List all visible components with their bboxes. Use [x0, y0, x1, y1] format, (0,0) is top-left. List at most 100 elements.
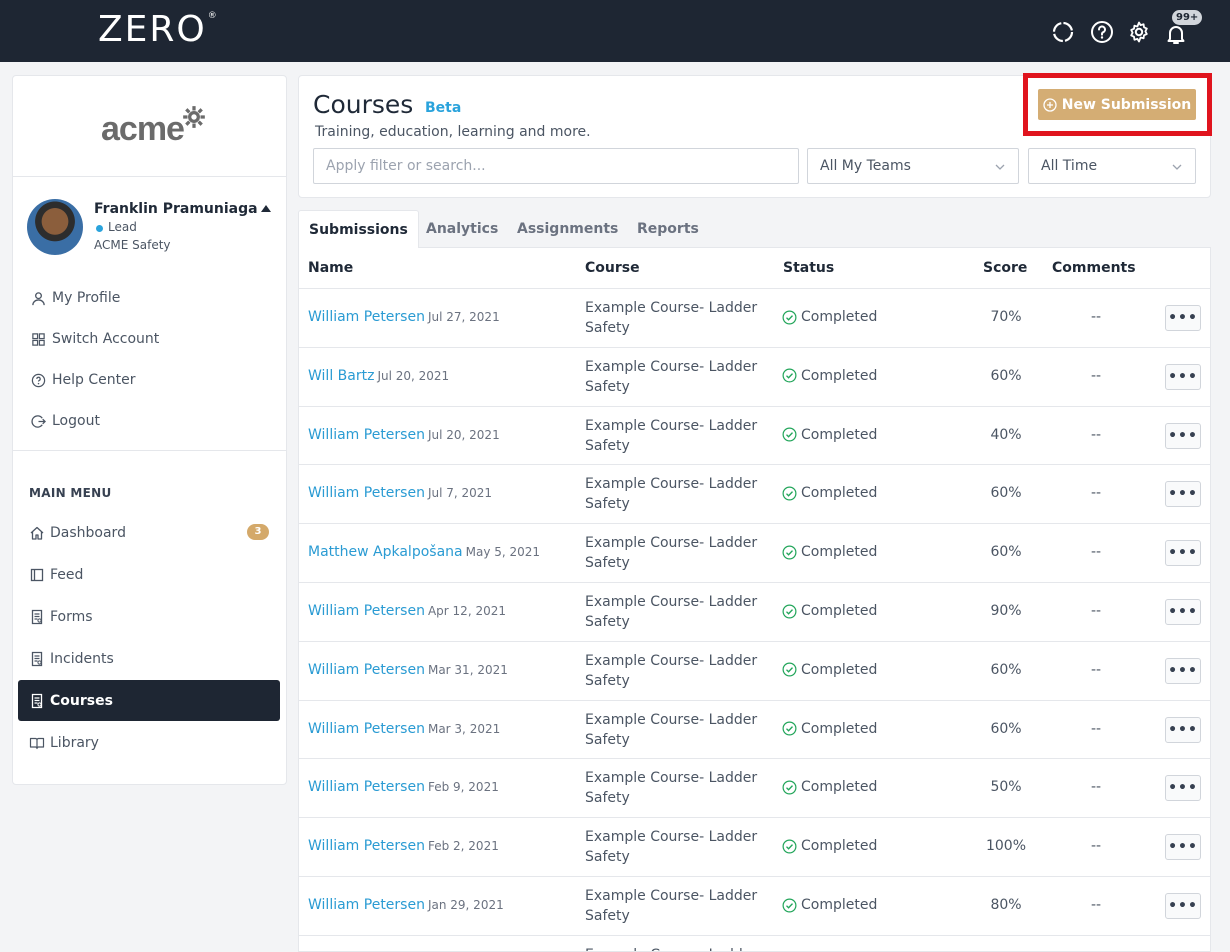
- table-row[interactable]: William Petersen Mar 31, 2021 Example Cour…: [299, 640, 1210, 700]
- submitter-name-link[interactable]: William Petersen Mar 31, 2021: [308, 662, 508, 678]
- notifications-badge[interactable]: 99+: [1172, 10, 1203, 25]
- more-dots-icon: •••: [1168, 780, 1198, 797]
- help-icon[interactable]: [1090, 20, 1114, 44]
- submitter-name-link[interactable]: William Petersen Feb 9, 2021: [308, 779, 499, 795]
- table-row[interactable]: Example Course- Ladder: [299, 934, 1210, 951]
- submitter-name-link[interactable]: William Petersen Apr 12, 2021: [308, 603, 506, 619]
- table-row[interactable]: William Petersen Jul 20, 2021 Example Cour…: [299, 405, 1210, 465]
- column-header-comments[interactable]: Comments: [1052, 260, 1136, 276]
- submitter-name-link[interactable]: William Petersen Jul 7, 2021: [308, 485, 492, 501]
- status-cell: Completed: [782, 662, 877, 678]
- time-filter-select[interactable]: All Time: [1028, 148, 1196, 184]
- plus-circle-icon: [1043, 97, 1057, 112]
- submitter-name-link[interactable]: William Petersen Feb 2, 2021: [308, 838, 499, 854]
- menu-item-incidents[interactable]: Incidents: [18, 638, 280, 679]
- row-actions-button[interactable]: •••: [1165, 775, 1201, 802]
- more-dots-icon: •••: [1168, 721, 1198, 738]
- row-actions-button[interactable]: •••: [1165, 305, 1201, 331]
- row-actions-button[interactable]: •••: [1165, 657, 1201, 684]
- table-row[interactable]: Matthew Apkalpošana May 5, 2021 Example Co…: [299, 523, 1210, 582]
- chevron-down-icon: [995, 164, 1005, 170]
- gear-icon[interactable]: [1127, 20, 1151, 44]
- form-icon: [31, 609, 43, 624]
- comments-value: --: [1090, 544, 1102, 561]
- org-logo: acme: [101, 110, 185, 148]
- home-icon: [30, 526, 44, 540]
- submitter-name-link[interactable]: William Petersen Jan 29, 2021: [308, 897, 504, 913]
- comments-value: --: [1090, 838, 1102, 855]
- chevron-down-icon: [1172, 164, 1182, 170]
- submitter-name-link[interactable]: William Petersen Jul 27, 2021: [308, 309, 500, 325]
- search-input[interactable]: [313, 148, 799, 184]
- submitter-name-link[interactable]: Will Bartz Jul 20, 2021: [308, 368, 449, 384]
- page-title: Courses: [313, 90, 414, 119]
- course-icon: [31, 693, 43, 708]
- table-row[interactable]: William Petersen Apr 12, 2021 Example Cour…: [299, 582, 1210, 641]
- course-name: Example Course- Ladder Safety: [585, 711, 758, 748]
- help-center-link[interactable]: Help Center: [31, 368, 136, 392]
- menu-item-courses[interactable]: Courses: [18, 680, 280, 721]
- menu-item-feed[interactable]: Feed: [18, 554, 280, 595]
- team-filter-select[interactable]: All My Teams: [807, 148, 1019, 184]
- column-header-score[interactable]: Score: [983, 260, 1027, 276]
- tab-assignments[interactable]: Assignments: [517, 210, 618, 248]
- logout-icon: [31, 414, 46, 428]
- menu-item-library[interactable]: Library: [18, 722, 280, 763]
- check-circle-icon: [782, 310, 797, 324]
- new-submission-button[interactable]: New Submission: [1038, 89, 1196, 120]
- logout-link[interactable]: Logout: [31, 409, 100, 433]
- more-dots-icon: •••: [1168, 662, 1198, 679]
- table-row[interactable]: William Petersen Jan 29, 2021 Example Cour…: [299, 876, 1210, 935]
- row-actions-button[interactable]: •••: [1165, 422, 1201, 449]
- submission-date: Feb 9, 2021: [427, 780, 499, 795]
- bell-icon[interactable]: [1164, 22, 1188, 46]
- menu-item-forms[interactable]: Forms: [18, 596, 280, 637]
- avatar[interactable]: [27, 199, 83, 255]
- column-header-name[interactable]: Name: [308, 260, 353, 276]
- submission-date: Jul 20, 2021: [427, 427, 500, 442]
- score-value: 40%: [990, 426, 1022, 443]
- status-cell: Completed: [782, 485, 877, 501]
- sidebar: acme Franklin Pramuniaga Lead ACME Safet…: [12, 75, 287, 785]
- table-row[interactable]: William Petersen Jul 7, 2021 Example Cours…: [299, 464, 1210, 523]
- score-value: 60%: [990, 367, 1022, 384]
- more-dots-icon: •••: [1168, 486, 1198, 503]
- row-actions-button[interactable]: •••: [1165, 893, 1201, 919]
- table-row[interactable]: William Petersen Feb 2, 2021 Example Cours…: [299, 817, 1210, 876]
- row-actions-button[interactable]: •••: [1165, 599, 1201, 625]
- caret-up-icon[interactable]: [261, 205, 271, 212]
- table-row[interactable]: Will Bartz Jul 20, 2021 Example Course- La…: [299, 346, 1210, 406]
- zero-logo[interactable]: ZERO®: [98, 9, 218, 50]
- tab-reports[interactable]: Reports: [637, 210, 699, 248]
- submission-date: Mar 3, 2021: [427, 721, 501, 736]
- row-actions-button[interactable]: •••: [1165, 363, 1201, 390]
- submission-date: Jul 27, 2021: [427, 310, 500, 324]
- score-value: 60%: [990, 720, 1022, 737]
- submission-date: May 5, 2021: [465, 545, 541, 560]
- row-actions-button[interactable]: •••: [1165, 540, 1201, 567]
- activity-ring-icon[interactable]: [1051, 20, 1075, 44]
- row-actions-button[interactable]: •••: [1165, 481, 1201, 508]
- switch-account-link[interactable]: Switch Account: [31, 327, 159, 351]
- comments-value: --: [1090, 309, 1102, 325]
- submitter-name-link[interactable]: Matthew Apkalpošana May 5, 2021: [308, 544, 540, 560]
- submitter-name-link[interactable]: William Petersen Jul 20, 2021: [308, 427, 500, 443]
- column-header-course[interactable]: Course: [585, 260, 640, 276]
- beta-label: Beta: [425, 100, 462, 116]
- help-icon: [31, 373, 46, 387]
- user-role: Lead: [108, 220, 137, 234]
- status-cell: Completed: [782, 368, 877, 384]
- column-header-status[interactable]: Status: [783, 260, 834, 276]
- row-actions-button[interactable]: •••: [1165, 834, 1201, 861]
- table-row[interactable]: William Petersen Mar 3, 2021 Example Cours…: [299, 699, 1210, 759]
- row-actions-button[interactable]: •••: [1165, 716, 1201, 743]
- user-profile[interactable]: Franklin Pramuniaga Lead ACME Safety: [13, 177, 286, 267]
- tab-analytics[interactable]: Analytics: [426, 210, 498, 248]
- table-row[interactable]: William Petersen Feb 9, 2021 Example Cours…: [299, 758, 1210, 817]
- tab-submissions[interactable]: Submissions: [298, 210, 419, 249]
- submitter-name-link[interactable]: William Petersen Mar 3, 2021: [308, 721, 500, 737]
- table-row[interactable]: William Petersen Jul 27, 2021 Example Cour…: [299, 288, 1210, 347]
- menu-item-dashboard[interactable]: Dashboard: [18, 512, 280, 553]
- score-value: 60%: [990, 661, 1022, 678]
- my-profile-link[interactable]: My Profile: [31, 286, 120, 310]
